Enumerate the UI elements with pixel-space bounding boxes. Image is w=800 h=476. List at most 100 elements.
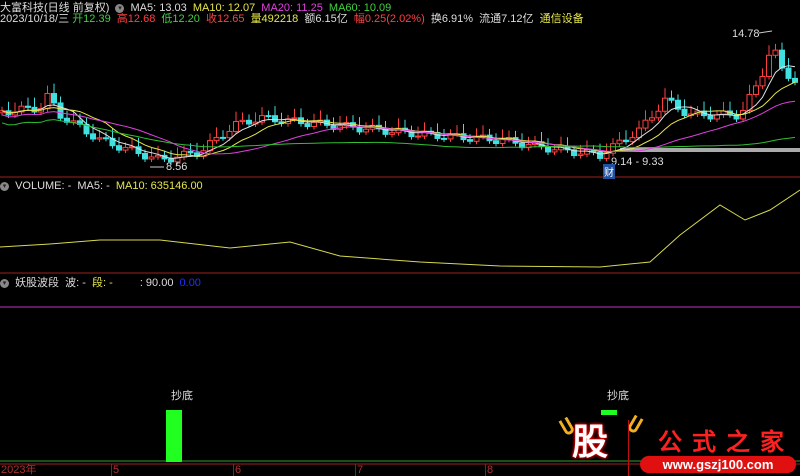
x-axis-label: 7 <box>355 464 364 476</box>
candle-body <box>577 153 584 157</box>
volume-ma5: MA5: - <box>77 180 110 192</box>
x-axis-label: 8 <box>485 464 494 476</box>
dropdown-icon[interactable]: ▾ <box>0 278 9 288</box>
finance-marker[interactable]: 财 <box>603 164 615 179</box>
indicator-bo: 波: - <box>65 277 86 289</box>
candle-body <box>415 135 421 138</box>
low-price-label: 8.56 <box>166 161 188 173</box>
signal-label: 抄底 <box>171 390 193 402</box>
candle-body <box>272 115 278 123</box>
candle-body <box>655 110 662 119</box>
candle-body <box>707 115 714 120</box>
candle-body <box>779 49 785 69</box>
quote-turnover: 换6.91% <box>430 13 474 25</box>
candle-body <box>772 49 779 56</box>
quote-float: 流通7.12亿 <box>479 13 534 25</box>
candle-body <box>181 150 187 158</box>
candle-body <box>220 136 226 139</box>
candle-body <box>103 137 109 140</box>
indicator-v1: : 90.00 <box>139 277 174 289</box>
candle-body <box>246 119 252 125</box>
candle-body <box>233 121 239 132</box>
quote-volume: 量492218 <box>250 13 299 25</box>
quote-high: 高12.68 <box>116 13 156 25</box>
indicator-duan: 段: - <box>91 277 113 289</box>
candle-body <box>155 154 161 158</box>
quote-close: 收12.65 <box>205 13 245 25</box>
candle-body <box>226 130 233 139</box>
candle-body <box>681 108 688 117</box>
candle-body <box>213 136 220 142</box>
candle-body <box>291 117 298 120</box>
indicator-v2: 0.00 <box>179 277 201 289</box>
volume-ma10: MA10: 635146.00 <box>115 180 203 192</box>
candle-body <box>441 137 447 140</box>
x-axis-label: 5 <box>111 464 120 476</box>
high-price-label: 14.78 <box>732 28 760 40</box>
candle-body <box>142 153 148 160</box>
indicator-name: 妖股波段 <box>15 277 60 289</box>
candle-body <box>25 105 31 108</box>
candle-body <box>493 140 499 145</box>
candle-body <box>51 93 57 104</box>
candle-body <box>766 54 772 77</box>
candle-body <box>57 102 64 119</box>
quote-bar: 2023/10/18/三 开12.39 高12.68 低12.20 收12.65… <box>0 13 587 25</box>
candle-body <box>239 119 246 123</box>
ma5-line <box>1 65 796 159</box>
watermark-text: 公式之家 <box>658 427 794 456</box>
candle-body <box>649 117 655 121</box>
signal-bar <box>166 410 182 462</box>
candle-body <box>668 97 675 101</box>
candle-body <box>545 146 551 153</box>
watermark-logo: 股 <box>572 421 609 462</box>
moving-averages <box>1 65 796 159</box>
candle-body <box>792 77 798 83</box>
quote-open: 开12.39 <box>72 13 111 25</box>
candle-body <box>148 156 155 160</box>
signal-bar <box>601 410 617 415</box>
candle-body <box>122 146 129 151</box>
candle-body <box>785 67 792 79</box>
quote-low: 低12.20 <box>161 13 200 25</box>
quote-amount: 额6.15亿 <box>304 13 348 25</box>
candle-body <box>642 119 649 129</box>
volume-legend: ▾ VOLUME: - MA5: - MA10: 635146.00 <box>0 180 206 192</box>
candle-body <box>187 150 194 154</box>
dropdown-icon[interactable]: ▾ <box>115 3 125 13</box>
candle-body <box>70 120 77 123</box>
candle-body <box>662 97 668 112</box>
dropdown-icon[interactable]: ▾ <box>0 181 9 191</box>
candle-body <box>616 139 623 145</box>
range-label: 9.14 - 9.33 <box>611 156 664 168</box>
candle-body <box>759 75 766 87</box>
candle-body <box>90 133 96 140</box>
candle-body <box>551 149 558 153</box>
high-arrow <box>758 30 773 34</box>
quote-change: 幅0.25(2.02%) <box>353 13 425 25</box>
candle-body <box>304 123 311 128</box>
x-axis-label: 2023年 <box>1 464 37 476</box>
quote-date: 2023/10/18/三 <box>0 13 70 25</box>
divider <box>628 420 629 476</box>
candle-body <box>311 121 317 128</box>
candle-body <box>363 128 369 133</box>
candle-body <box>96 137 103 140</box>
candle-body <box>753 85 759 95</box>
volume-ma-line <box>0 189 800 268</box>
candle-body <box>116 145 122 151</box>
candle-body <box>636 127 642 139</box>
signal-label: 抄底 <box>607 390 629 402</box>
volume-label: VOLUME: - <box>15 180 72 192</box>
candle-body <box>389 132 395 135</box>
quote-sector[interactable]: 通信设备 <box>540 13 584 25</box>
candle-body <box>629 137 636 143</box>
watermark: 股 公式之家 www.gszj100.com <box>558 414 798 476</box>
candle-body <box>265 115 272 118</box>
indicator-legend: ▾ 妖股波段 波: - 段: - : 90.00 0.00 <box>0 277 204 289</box>
candle-body <box>714 114 720 120</box>
kline-chart[interactable] <box>0 0 800 476</box>
x-axis-label: 6 <box>233 464 242 476</box>
candle-body <box>623 139 629 143</box>
candle-body <box>467 139 473 142</box>
